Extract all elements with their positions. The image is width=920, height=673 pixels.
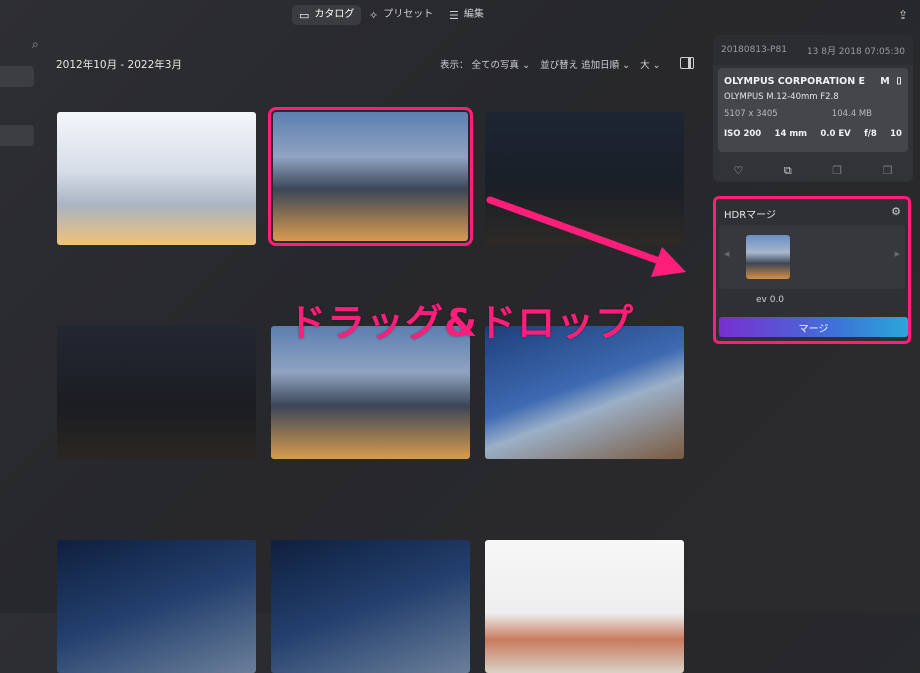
arrow-shaft [486,196,666,266]
drag-drop-annotation: ドラッグ&ドロップ [288,301,635,345]
